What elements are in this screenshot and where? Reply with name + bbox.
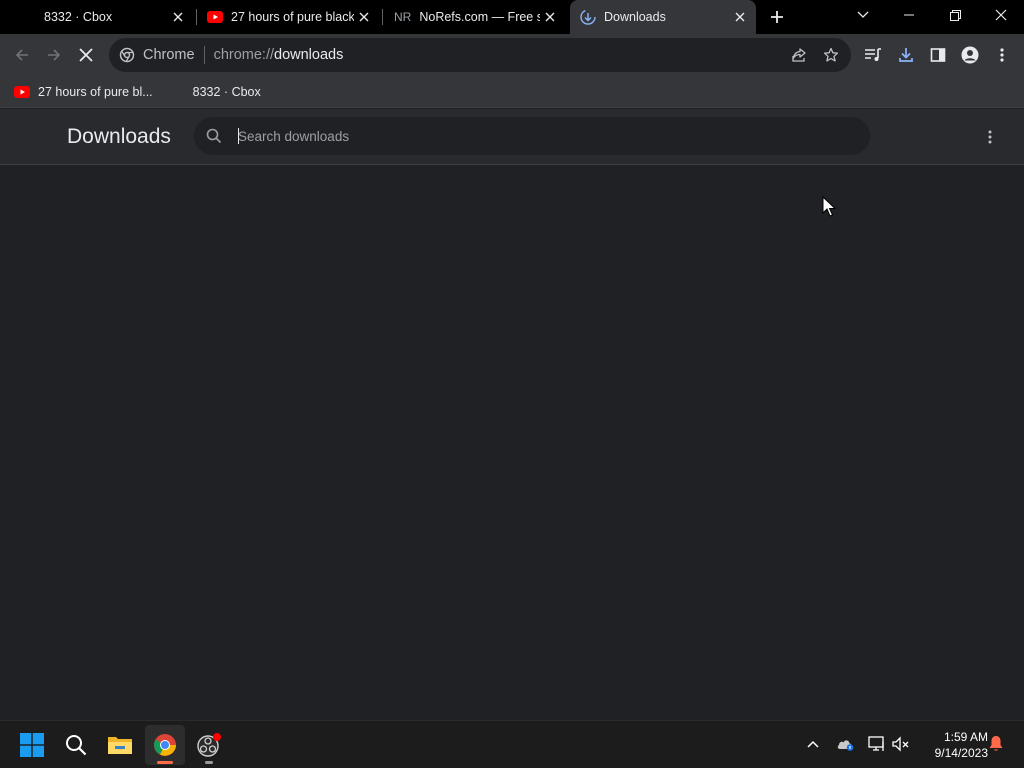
tab-youtube[interactable]: 27 hours of pure black — [198, 0, 380, 34]
clock-date: 9/14/2023 — [934, 746, 988, 760]
site-info-chip[interactable]: Chrome — [109, 47, 195, 63]
tab-title: 8332 · Cbox — [44, 10, 113, 24]
search-downloads-field[interactable] — [194, 117, 870, 155]
profile-icon — [961, 46, 979, 64]
tab-title: NoRefs.com — Free se — [419, 10, 540, 24]
tab-cbox[interactable]: 8332 · Cbox — [8, 0, 194, 34]
download-icon — [580, 9, 596, 25]
new-tab-button[interactable] — [765, 5, 789, 29]
downloads-menu-button[interactable] — [978, 125, 1002, 149]
tab-strip: 8332 · Cbox 27 hours of pure black NR No… — [0, 0, 1024, 34]
chrome-taskbar-button[interactable] — [145, 725, 185, 765]
network-tray-button[interactable] — [866, 733, 888, 755]
tab-close-icon[interactable] — [540, 7, 560, 27]
tab-separator — [196, 9, 197, 25]
bookmark-label: 27 hours of pure bl... — [38, 84, 153, 99]
url-text[interactable]: chrome://downloads — [214, 47, 344, 63]
chevron-up-icon — [807, 740, 819, 748]
file-explorer-button[interactable] — [100, 725, 140, 765]
taskbar-search-button[interactable] — [56, 725, 96, 765]
share-icon — [792, 48, 806, 62]
close-window-button[interactable] — [978, 0, 1024, 30]
tab-close-icon[interactable] — [730, 7, 750, 27]
onedrive-tray-button[interactable] — [834, 733, 856, 755]
active-app-indicator — [157, 761, 173, 764]
browser-toolbar: Chrome chrome://downloads — [0, 34, 1024, 76]
media-controls-button[interactable] — [857, 39, 889, 71]
tab-norefs[interactable]: NR NoRefs.com — Free se — [384, 0, 566, 34]
tab-close-icon[interactable] — [168, 7, 188, 27]
norefs-favicon-icon: NR — [394, 10, 412, 24]
close-icon — [995, 9, 1007, 21]
url-host: downloads — [274, 47, 344, 63]
address-bar[interactable]: Chrome chrome://downloads — [109, 38, 851, 72]
bell-icon — [989, 736, 1003, 751]
running-app-indicator — [205, 761, 213, 764]
cloud-icon — [837, 740, 854, 751]
bookmark-label: 8332 · Cbox — [192, 84, 261, 99]
youtube-icon — [207, 9, 223, 25]
clock-time: 1:59 AM — [943, 730, 988, 744]
chrome-menu-button[interactable] — [986, 39, 1018, 71]
stop-loading-button[interactable] — [70, 39, 102, 71]
show-hidden-icons-button[interactable] — [802, 733, 824, 755]
chrome-icon — [154, 734, 176, 756]
bookmark-star-button[interactable] — [815, 47, 847, 63]
tab-separator — [382, 9, 383, 25]
omnibox-chip-label: Chrome — [143, 47, 195, 63]
forward-button[interactable] — [38, 39, 70, 71]
more-vert-icon — [1000, 48, 1004, 62]
system-clock[interactable]: 1:59 AM 9/14/2023 — [918, 729, 988, 761]
search-icon — [194, 128, 234, 144]
mouse-cursor-icon — [822, 196, 836, 217]
tab-title: Downloads — [604, 10, 666, 24]
share-button[interactable] — [783, 47, 815, 63]
downloads-button[interactable] — [890, 39, 922, 71]
tab-title: 27 hours of pure black — [231, 10, 354, 24]
folder-icon — [108, 737, 132, 754]
omnibox-divider — [203, 46, 205, 64]
volume-muted-icon — [892, 736, 909, 752]
downloads-toolbar: Downloads — [0, 109, 1024, 165]
volume-tray-button[interactable] — [890, 733, 912, 755]
minimize-button[interactable] — [886, 0, 932, 30]
url-scheme: chrome:// — [213, 47, 275, 63]
obs-taskbar-button[interactable] — [189, 725, 229, 765]
restore-button[interactable] — [932, 0, 978, 30]
downloads-list-area — [0, 166, 1024, 720]
star-icon — [823, 47, 839, 62]
start-button[interactable] — [12, 725, 52, 765]
obs-icon — [197, 733, 221, 757]
arrow-right-icon — [48, 49, 61, 61]
playlist-icon — [865, 48, 881, 61]
arrow-left-icon — [15, 49, 28, 61]
search-icon — [66, 735, 87, 756]
windows-taskbar: 1:59 AM 9/14/2023 — [0, 720, 1024, 768]
bookmark-youtube[interactable]: 27 hours of pure bl... — [14, 84, 153, 100]
side-panel-button[interactable] — [922, 39, 954, 71]
tab-search-button[interactable] — [840, 0, 886, 30]
network-icon — [868, 736, 884, 751]
bookmark-cbox[interactable]: 8332 · Cbox — [193, 85, 261, 99]
notifications-button[interactable] — [985, 733, 1007, 755]
plus-icon — [771, 11, 783, 23]
back-button[interactable] — [6, 39, 38, 71]
more-vert-icon — [988, 130, 992, 144]
profile-button[interactable] — [954, 39, 986, 71]
chevron-down-icon — [857, 11, 869, 18]
search-input[interactable] — [238, 128, 838, 144]
side-panel-icon — [930, 48, 946, 62]
youtube-icon — [14, 84, 30, 100]
page-title: Downloads — [67, 125, 171, 148]
restore-icon — [949, 9, 961, 21]
windows-logo-icon — [20, 733, 44, 757]
tab-downloads[interactable]: Downloads — [570, 0, 756, 34]
close-icon — [79, 48, 93, 62]
chrome-icon — [119, 47, 135, 63]
download-icon — [899, 48, 913, 62]
tab-close-icon[interactable] — [354, 7, 374, 27]
bookmarks-bar: 27 hours of pure bl... 8332 · Cbox — [0, 76, 1024, 108]
minimize-icon — [904, 14, 914, 16]
